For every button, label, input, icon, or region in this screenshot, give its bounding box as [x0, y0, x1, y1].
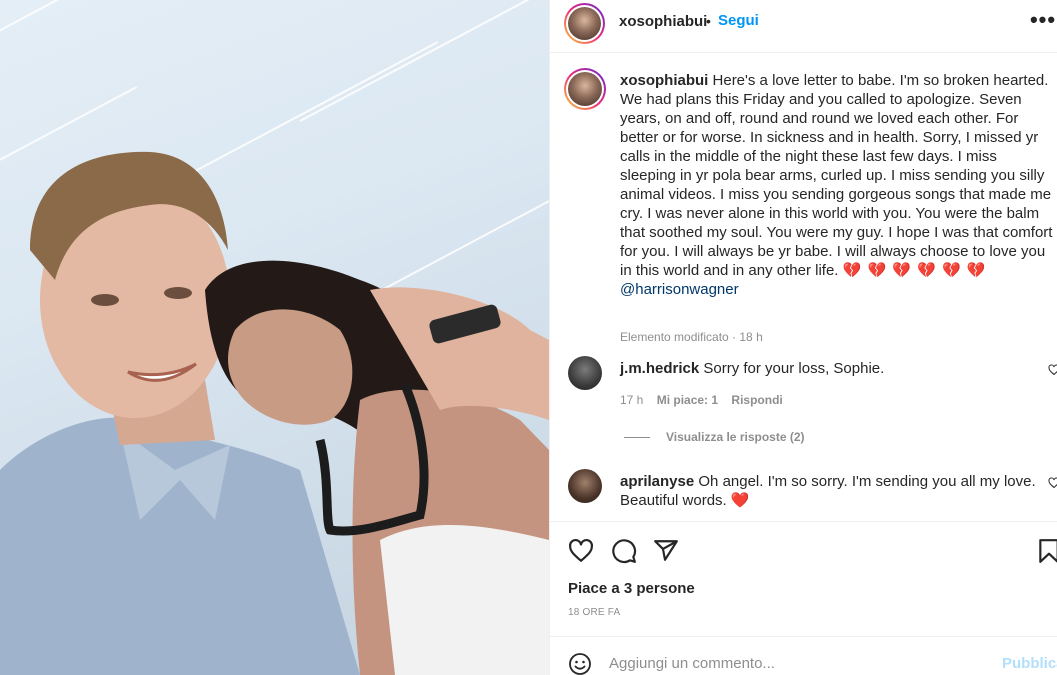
- post-details-pane: xosophiabui • Segui ••• xosophiabui Here…: [549, 0, 1057, 675]
- bookmark-icon[interactable]: [1036, 538, 1057, 564]
- view-replies-button[interactable]: Visualizza le risposte (2): [624, 430, 805, 444]
- comments-section[interactable]: xosophiabui Here's a love letter to babe…: [550, 54, 1057, 521]
- separator-dot: •: [706, 13, 711, 29]
- more-options-icon[interactable]: •••: [1028, 9, 1057, 39]
- action-bar: Piace a 3 persone 18 ORE FA: [550, 521, 1057, 636]
- caption-body: Here's a love letter to babe. I'm so bro…: [620, 72, 1053, 279]
- author-avatar[interactable]: [564, 3, 605, 44]
- share-icon[interactable]: [653, 538, 679, 564]
- like-comment-icon[interactable]: [1048, 477, 1057, 489]
- comment-icon[interactable]: [611, 538, 637, 564]
- caption-meta: Elemento modificato · 18 h: [620, 330, 763, 344]
- commenter-username[interactable]: aprilanyse: [620, 473, 694, 490]
- author-username[interactable]: xosophiabui: [619, 13, 707, 30]
- comment-time: 17 h: [620, 393, 644, 407]
- comment-meta: 17 h Mi piace: 1 Rispondi: [620, 393, 793, 407]
- commenter-avatar[interactable]: [568, 469, 602, 503]
- heart-icon[interactable]: [568, 538, 594, 564]
- post-timestamp: 18 ORE FA: [568, 607, 621, 618]
- post-header: xosophiabui • Segui •••: [550, 0, 1057, 53]
- follow-button[interactable]: Segui: [718, 12, 759, 29]
- couple-illustration: [0, 151, 549, 675]
- comment-body: Sorry for your loss, Sophie.: [703, 360, 885, 377]
- comment-likes[interactable]: Mi piace: 1: [657, 393, 718, 407]
- caption-avatar[interactable]: [564, 68, 606, 110]
- caption-username[interactable]: xosophiabui: [620, 72, 708, 89]
- comment-input[interactable]: Aggiungi un commento...: [609, 655, 989, 672]
- comment-text: aprilanyse Oh angel. I'm so sorry. I'm s…: [620, 472, 1040, 510]
- like-comment-icon[interactable]: [1048, 364, 1057, 376]
- emoji-icon[interactable]: [568, 652, 592, 675]
- post-photo: [0, 0, 549, 675]
- comment-text: j.m.hedrick Sorry for your loss, Sophie.: [620, 359, 1040, 378]
- add-comment-bar: Aggiungi un commento... Pubblica: [550, 636, 1057, 675]
- broken-heart-emojis: 💔 💔 💔 💔 💔 💔: [842, 262, 987, 279]
- likes-count[interactable]: Piace a 3 persone: [568, 580, 695, 597]
- view-replies-label: Visualizza le risposte (2): [666, 430, 805, 444]
- red-heart-emoji: ❤️: [730, 492, 750, 509]
- replies-divider: [624, 436, 650, 438]
- caption-text: xosophiabui Here's a love letter to babe…: [620, 71, 1056, 299]
- commenter-avatar[interactable]: [568, 356, 602, 390]
- mention-link[interactable]: @harrisonwagner: [620, 281, 739, 298]
- commenter-username[interactable]: j.m.hedrick: [620, 360, 699, 377]
- reply-button[interactable]: Rispondi: [731, 393, 782, 407]
- post-comment-button[interactable]: Pubblica: [1002, 655, 1057, 672]
